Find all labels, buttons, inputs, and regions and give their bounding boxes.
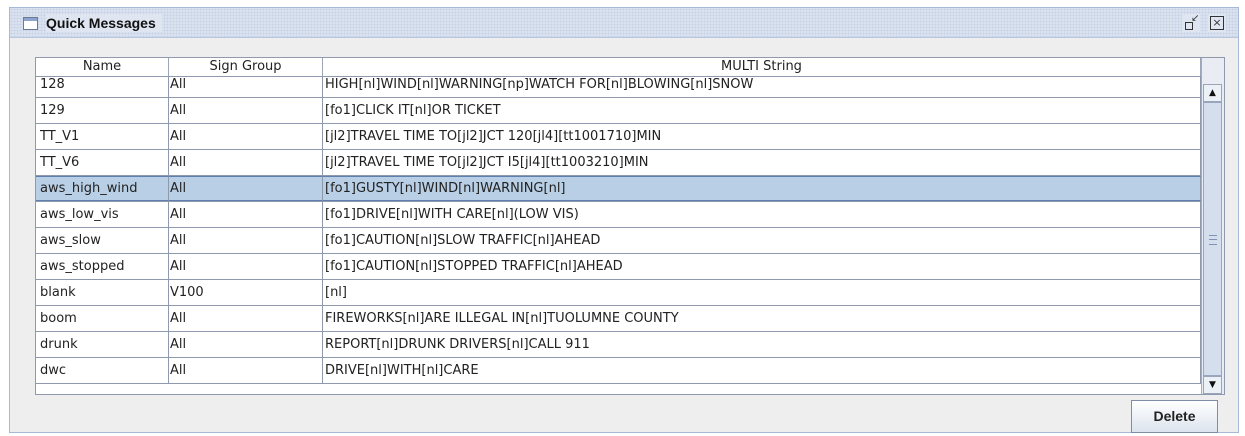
cell-name: boom — [36, 306, 169, 331]
cell-sign-group: All — [169, 150, 323, 175]
cell-name: aws_low_vis — [36, 202, 169, 227]
cell-multi-string: [fo1]CAUTION[nl]STOPPED TRAFFIC[nl]AHEAD — [323, 254, 1201, 279]
table-row[interactable]: 129 All [fo1]CLICK IT[nl]OR TICKET — [36, 98, 1201, 124]
cell-multi-string: REPORT[nl]DRUNK DRIVERS[nl]CALL 911 — [323, 332, 1201, 357]
cell-sign-group: All — [169, 332, 323, 357]
cell-multi-string: FIREWORKS[nl]ARE ILLEGAL IN[nl]TUOLUMNE … — [323, 306, 1201, 331]
column-header-multi-string[interactable]: MULTI String — [323, 58, 1201, 76]
window-icon — [23, 17, 38, 30]
cell-name: aws_slow — [36, 228, 169, 253]
table-row[interactable]: TT_V6 All [jl2]TRAVEL TIME TO[jl2]JCT I5[j… — [36, 150, 1201, 176]
cell-name: aws_high_wind — [36, 176, 169, 201]
messages-table: Name Sign Group MULTI String 121All[fo1]… — [35, 57, 1225, 395]
cell-sign-group: V100 — [169, 280, 323, 305]
cell-multi-string: [nl] — [323, 280, 1201, 305]
title-bar[interactable]: Quick Messages ↙ × — [10, 8, 1238, 38]
cell-name: TT_V1 — [36, 124, 169, 149]
table-row[interactable]: boom All FIREWORKS[nl]ARE ILLEGAL IN[nl]TU… — [36, 306, 1201, 332]
column-header-sign-group[interactable]: Sign Group — [169, 58, 323, 76]
table-row[interactable]: aws_stopped All [fo1]CAUTION[nl]STOPPED TR… — [36, 254, 1201, 280]
table-row[interactable]: aws_low_vis All [fo1]DRIVE[nl]WITH CARE[nl… — [36, 202, 1201, 228]
cell-multi-string: [fo1]GUSTY[nl]WIND[nl]WARNING[nl] — [323, 176, 1201, 201]
table-body: 121All[fo1]HIGHWAY 108[nl]CLOSED AT[nl]S… — [36, 58, 1201, 394]
cell-multi-string: [fo1]DRIVE[nl]WITH CARE[nl](LOW VIS) — [323, 202, 1201, 227]
scroll-down-button[interactable]: ▼ — [1203, 376, 1222, 394]
cell-sign-group: All — [169, 176, 323, 201]
quick-messages-window: Quick Messages ↙ × Name Sign Group MULTI… — [9, 7, 1239, 433]
cell-sign-group: All — [169, 306, 323, 331]
cell-sign-group: All — [169, 202, 323, 227]
cell-name: TT_V6 — [36, 150, 169, 175]
table-header: Name Sign Group MULTI String — [36, 58, 1201, 77]
table-row[interactable]: aws_high_wind All [fo1]GUSTY[nl]WIND[nl]WA… — [36, 176, 1201, 202]
cell-multi-string: [fo1]CAUTION[nl]SLOW TRAFFIC[nl]AHEAD — [323, 228, 1201, 253]
scroll-thumb[interactable] — [1203, 102, 1222, 376]
cell-sign-group: All — [169, 124, 323, 149]
table-row[interactable]: drunk All REPORT[nl]DRUNK DRIVERS[nl]CALL … — [36, 332, 1201, 358]
iconify-button[interactable]: ↙ — [1182, 13, 1200, 32]
table-row[interactable]: aws_slow All [fo1]CAUTION[nl]SLOW TRAFFIC[… — [36, 228, 1201, 254]
close-button[interactable]: × — [1208, 14, 1226, 32]
cell-sign-group: All — [169, 254, 323, 279]
iconify-arrow-icon: ↙ — [1191, 13, 1200, 24]
cell-name: dwc — [36, 358, 169, 383]
cell-sign-group: All — [169, 228, 323, 253]
scroll-up-button[interactable]: ▲ — [1203, 84, 1222, 102]
table-row[interactable]: blank V100 [nl] — [36, 280, 1201, 306]
table-row[interactable]: TT_V1 All [jl2]TRAVEL TIME TO[jl2]JCT 120[… — [36, 124, 1201, 150]
column-header-name[interactable]: Name — [36, 58, 169, 76]
cell-name: aws_stopped — [36, 254, 169, 279]
cell-sign-group: All — [169, 358, 323, 383]
vertical-scrollbar[interactable]: ▲ ▼ — [1201, 58, 1224, 394]
delete-button[interactable]: Delete — [1131, 400, 1218, 433]
cell-sign-group: All — [169, 98, 323, 123]
close-icon: × — [1210, 16, 1224, 30]
window-title: Quick Messages — [46, 14, 162, 32]
cell-name: 129 — [36, 98, 169, 123]
cell-name: blank — [36, 280, 169, 305]
table-row[interactable]: dwc All DRIVE[nl]WITH[nl]CARE — [36, 358, 1201, 384]
cell-multi-string: DRIVE[nl]WITH[nl]CARE — [323, 358, 1201, 383]
cell-multi-string: [jl2]TRAVEL TIME TO[jl2]JCT I5[jl4][tt10… — [323, 150, 1201, 175]
grip-icon — [1209, 235, 1217, 245]
cell-multi-string: [jl2]TRAVEL TIME TO[jl2]JCT 120[jl4][tt1… — [323, 124, 1201, 149]
cell-multi-string: [fo1]CLICK IT[nl]OR TICKET — [323, 98, 1201, 123]
cell-name: drunk — [36, 332, 169, 357]
